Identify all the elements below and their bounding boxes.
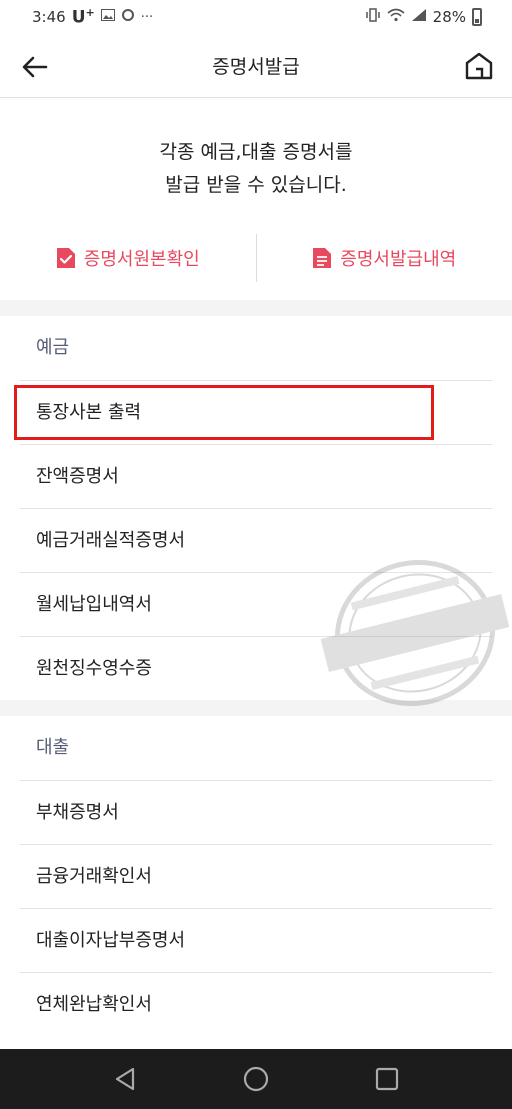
carrier-name: U (71, 7, 86, 28)
original-check-label: 증명서원본확인 (83, 249, 200, 270)
back-button[interactable] (18, 50, 52, 84)
battery-icon (472, 8, 482, 26)
list-item-withholding-receipt[interactable]: 원천징수영수증 (20, 636, 492, 700)
triangle-back-icon (116, 1067, 135, 1091)
signal-icon (411, 8, 427, 26)
section-gap (0, 300, 512, 316)
loan-section: 대출 부채증명서 금융거래확인서 대출이자납부증명서 연체완납확인서 (0, 716, 512, 1049)
document-check-icon (56, 248, 75, 268)
original-check-button[interactable]: 증명서원본확인 (0, 245, 256, 271)
status-bar: 3:46 U+ ··· 28% (0, 0, 512, 34)
intro-line-1: 각종 예금,대출 증명서를 (159, 141, 353, 163)
home-icon (465, 52, 493, 80)
status-time: 3:46 (32, 8, 66, 26)
page-title: 증명서발급 (212, 56, 300, 78)
list-item-debt-certificate[interactable]: 부채증명서 (20, 780, 492, 844)
list-item-deposit-transaction-certificate[interactable]: 예금거래실적증명서 (20, 508, 492, 572)
list-item-loan-interest-payment-certificate[interactable]: 대출이자납부증명서 (20, 908, 492, 972)
deposit-list: 통장사본 출력 잔액증명서 예금거래실적증명서 월세납입내역서 원천징수영수증 (20, 380, 492, 700)
circle-home-icon (243, 1066, 269, 1092)
issue-history-label: 증명서발급내역 (340, 249, 457, 270)
section-gap (0, 700, 512, 716)
document-list-icon (313, 248, 332, 268)
list-item-passbook-copy[interactable]: 통장사본 출력 (20, 380, 492, 444)
list-item-rent-payment-statement[interactable]: 월세납입내역서 (20, 572, 492, 636)
gallery-icon (100, 9, 115, 25)
nav-back-button[interactable] (105, 1059, 145, 1099)
nav-recents-button[interactable] (367, 1059, 407, 1099)
vibrate-icon (365, 7, 381, 27)
square-recents-icon (375, 1067, 398, 1091)
intro-line-2: 발급 받을 수 있습니다. (165, 174, 347, 196)
battery-percent: 28% (432, 8, 466, 26)
app-header: 증명서발급 (0, 34, 512, 98)
intro-description: 각종 예금,대출 증명서를 발급 받을 수 있습니다. (0, 136, 512, 202)
carrier-plus: + (85, 6, 95, 20)
app-notification-icon (121, 8, 135, 26)
system-nav-bar (0, 1049, 512, 1109)
list-item-overdue-settlement-confirmation[interactable]: 연체완납확인서 (20, 972, 492, 1036)
nav-home-button[interactable] (236, 1059, 276, 1099)
list-item-financial-transaction-confirmation[interactable]: 금융거래확인서 (20, 844, 492, 908)
deposit-section: 예금 통장사본 출력 잔액증명서 예금거래실적증명서 월세납입내역서 원천징수영… (0, 316, 512, 700)
loan-list: 부채증명서 금융거래확인서 대출이자납부증명서 연체완납확인서 (20, 780, 492, 1036)
issue-history-button[interactable]: 증명서발급내역 (257, 245, 512, 271)
list-item-balance-certificate[interactable]: 잔액증명서 (20, 444, 492, 508)
back-arrow-icon (22, 56, 48, 78)
carrier-label: U+ (72, 6, 95, 28)
wifi-icon (387, 8, 405, 26)
home-button[interactable] (462, 49, 496, 83)
quick-actions: 증명서원본확인 증명서발급내역 (0, 232, 512, 284)
status-bar-left: 3:46 U+ ··· (32, 6, 153, 28)
intro-section: 각종 예금,대출 증명서를 발급 받을 수 있습니다. 증명서원본확인 증명서발… (0, 98, 512, 300)
status-bar-right: 28% (365, 7, 482, 27)
section-title-loan: 대출 (36, 737, 70, 758)
section-title-deposit: 예금 (36, 337, 70, 358)
more-notifications-icon: ··· (140, 9, 154, 25)
